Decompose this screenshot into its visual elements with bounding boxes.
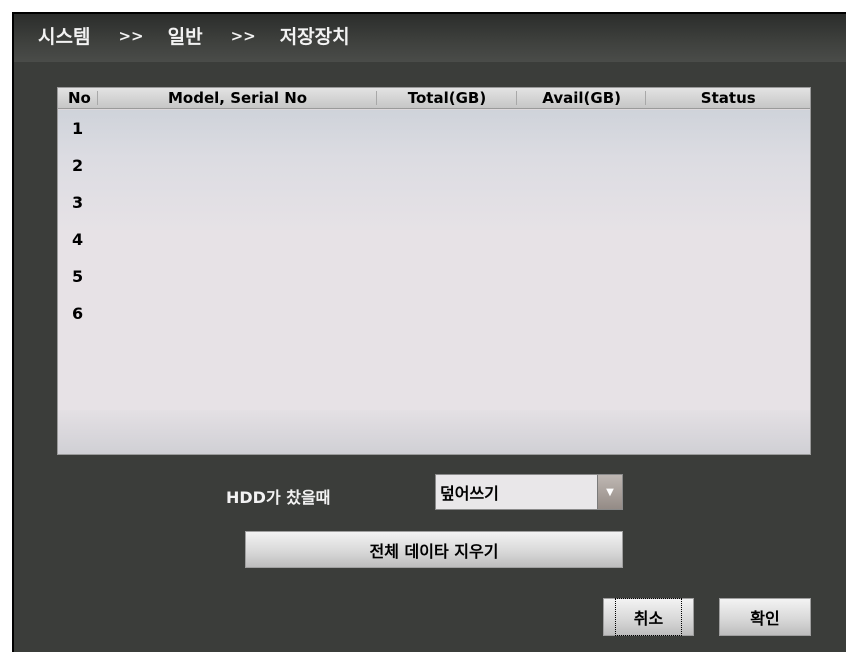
table-body: 1 2 3 4 5 6 bbox=[58, 110, 810, 332]
cancel-button[interactable]: 취소 bbox=[603, 598, 694, 636]
row-number: 6 bbox=[72, 304, 84, 323]
hdd-full-action-select[interactable]: 덮어쓰기 ▼ bbox=[435, 474, 623, 510]
table-row[interactable]: 5 bbox=[58, 258, 810, 295]
breadcrumb-item-system: 시스템 bbox=[38, 26, 91, 48]
breadcrumb-separator: >> bbox=[230, 26, 256, 45]
hdd-full-label: HDD가 찼을때 bbox=[226, 488, 331, 507]
row-number: 4 bbox=[72, 230, 84, 249]
column-header-status[interactable]: Status bbox=[646, 88, 810, 108]
row-number: 1 bbox=[72, 119, 84, 138]
table-row[interactable]: 2 bbox=[58, 147, 810, 184]
hdd-full-action-value: 덮어쓰기 bbox=[440, 484, 499, 503]
breadcrumb-item-general: 일반 bbox=[167, 26, 203, 48]
breadcrumb-separator: >> bbox=[118, 26, 144, 45]
storage-device-table: No Model, Serial No Total(GB) Avail(GB) … bbox=[57, 87, 811, 455]
ok-button[interactable]: 확인 bbox=[719, 598, 811, 636]
breadcrumb-item-storage: 저장장치 bbox=[279, 26, 350, 48]
table-row[interactable]: 3 bbox=[58, 184, 810, 221]
clear-all-data-button[interactable]: 전체 데이타 지우기 bbox=[245, 531, 623, 568]
breadcrumb: 시스템 >> 일반 >> 저장장치 bbox=[38, 22, 350, 49]
column-header-model[interactable]: Model, Serial No bbox=[98, 88, 378, 108]
table-row[interactable]: 4 bbox=[58, 221, 810, 258]
cancel-label: 취소 bbox=[614, 598, 683, 636]
column-header-total[interactable]: Total(GB) bbox=[377, 88, 517, 108]
table-row[interactable]: 1 bbox=[58, 110, 810, 147]
row-number: 2 bbox=[72, 156, 84, 175]
clear-all-data-label: 전체 데이타 지우기 bbox=[369, 541, 499, 561]
chevron-down-icon[interactable]: ▼ bbox=[597, 475, 622, 509]
ok-label: 확인 bbox=[750, 609, 780, 628]
table-row[interactable]: 6 bbox=[58, 295, 810, 332]
column-header-no[interactable]: No bbox=[58, 88, 98, 108]
row-number: 5 bbox=[72, 267, 84, 286]
storage-settings-window: 시스템 >> 일반 >> 저장장치 No Model, Serial No To… bbox=[12, 12, 846, 652]
title-bar: 시스템 >> 일반 >> 저장장치 bbox=[14, 14, 846, 62]
row-number: 3 bbox=[72, 193, 84, 212]
column-header-avail[interactable]: Avail(GB) bbox=[517, 88, 647, 108]
table-header: No Model, Serial No Total(GB) Avail(GB) … bbox=[58, 88, 810, 109]
